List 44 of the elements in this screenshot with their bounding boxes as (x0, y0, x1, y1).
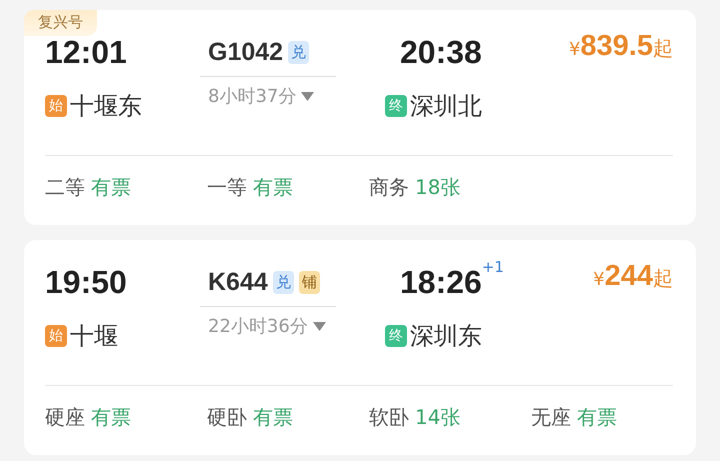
day-offset: +1 (482, 258, 504, 276)
arrival-time: 20:38 (400, 33, 482, 72)
caret-icon[interactable] (301, 92, 314, 100)
seat-class: 无座 (531, 404, 571, 431)
seat-availability: 有票 (91, 404, 131, 431)
seat-class: 软卧 (369, 404, 409, 431)
duration: 22小时36分 (208, 315, 308, 338)
seat-availability: 18张 (415, 174, 460, 201)
train-badge: 兑 (272, 270, 294, 294)
end-badge: 终 (385, 325, 407, 347)
train-type-tag: 复兴号 (24, 10, 97, 36)
departure-station: 十堰 (70, 321, 118, 352)
seat-availability: 有票 (577, 404, 617, 431)
seat-class: 一等 (207, 174, 247, 201)
price: 839.5 (580, 30, 653, 63)
departure-time: 12:01 (45, 33, 127, 72)
seat-class: 商务 (369, 174, 409, 201)
seat-availability: 有票 (253, 174, 293, 201)
duration: 8小时37分 (208, 85, 296, 108)
arrival-station: 深圳北 (410, 91, 482, 122)
arrival-time: 18:26 (400, 263, 482, 302)
train-badge: 铺 (298, 270, 320, 294)
start-badge: 始 (45, 325, 67, 347)
seat-availability: 14张 (415, 404, 460, 431)
price-suffix: 起 (653, 35, 673, 62)
train-card[interactable]: 复兴号 12:01 始 十堰东 G1042 兑 8小时37分 20:38 终 深圳北 ¥839.5起 二等 有票 一等 有票 商务 18张 (24, 10, 696, 225)
train-number: K644 (208, 268, 268, 296)
train-number: G1042 (208, 38, 284, 66)
departure-station: 十堰东 (70, 91, 142, 122)
price-suffix: 起 (653, 265, 673, 292)
seat-class: 二等 (45, 174, 85, 201)
seat-class: 硬卧 (207, 404, 247, 431)
currency-sign: ¥ (593, 269, 605, 290)
departure-time: 19:50 (45, 263, 127, 302)
currency-sign: ¥ (568, 39, 580, 60)
price: 244 (604, 260, 653, 293)
caret-icon[interactable] (312, 322, 326, 330)
arrival-station: 深圳东 (410, 321, 482, 352)
end-badge: 终 (385, 95, 407, 117)
start-badge: 始 (45, 95, 67, 117)
seat-availability: 有票 (253, 404, 293, 431)
train-badge: 兑 (288, 40, 310, 64)
seat-availability: 有票 (91, 174, 131, 201)
seat-class: 硬座 (45, 404, 85, 431)
